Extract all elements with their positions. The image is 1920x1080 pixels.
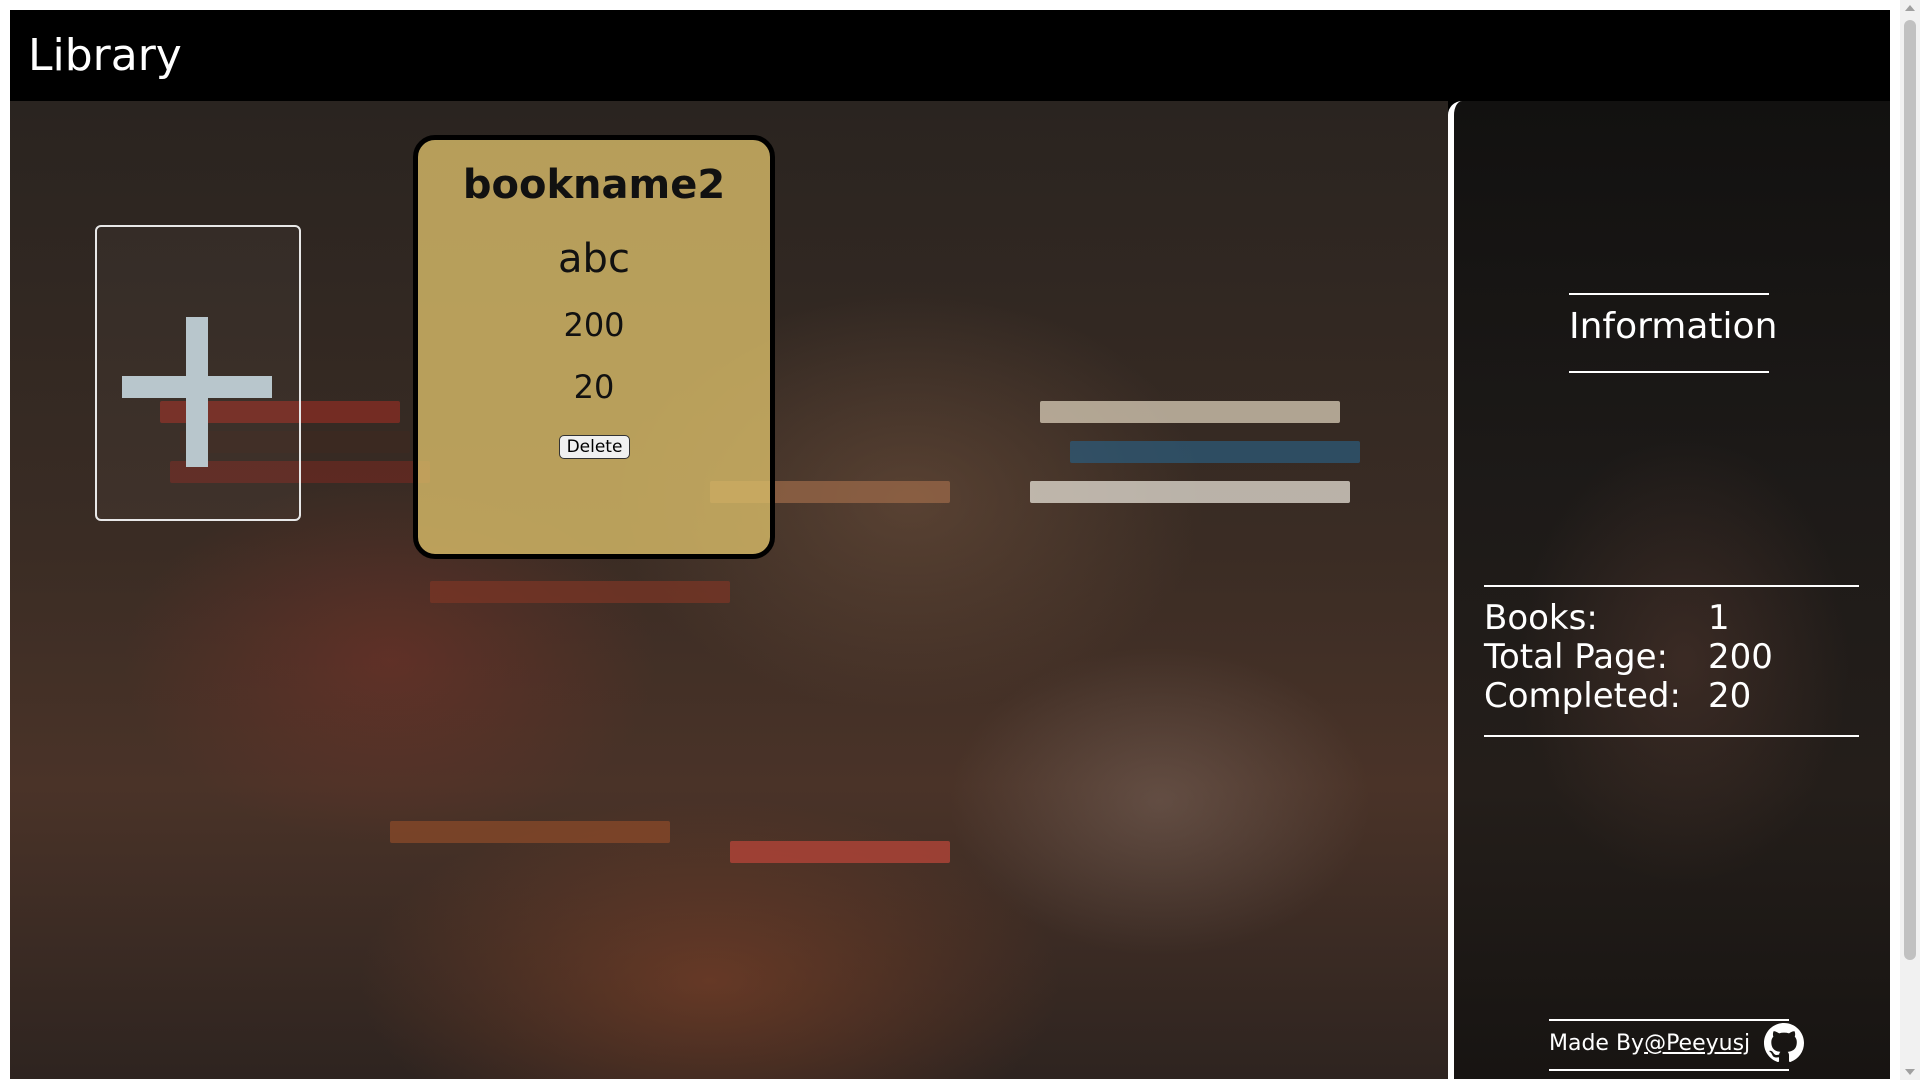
app-window: Library bookname2 abc 200 20 Delete Info… bbox=[10, 10, 1890, 1079]
divider bbox=[1569, 371, 1769, 373]
add-book-button[interactable] bbox=[95, 225, 301, 521]
github-icon[interactable] bbox=[1764, 1023, 1804, 1063]
plus-icon bbox=[122, 317, 272, 467]
footer-credit: Made By@Peeyusj bbox=[1549, 1030, 1750, 1058]
book-completed-pages: 20 bbox=[573, 368, 615, 406]
background-book bbox=[390, 821, 670, 843]
plus-icon-bar bbox=[186, 317, 208, 467]
stat-label: Total Page: bbox=[1484, 637, 1668, 677]
footer-prefix: Made By bbox=[1549, 1031, 1645, 1056]
background-book bbox=[730, 841, 950, 863]
divider bbox=[1484, 735, 1859, 737]
page-title: Library bbox=[28, 30, 182, 81]
author-link[interactable]: @Peeyusj bbox=[1644, 1031, 1750, 1056]
delete-button[interactable]: Delete bbox=[559, 435, 630, 459]
divider bbox=[1569, 293, 1769, 295]
background-book bbox=[1070, 441, 1360, 463]
divider bbox=[1549, 1069, 1789, 1071]
library-area: bookname2 abc 200 20 Delete bbox=[10, 101, 1448, 1079]
scrollbar-thumb[interactable] bbox=[1904, 20, 1916, 960]
info-sidebar: Information Books: 1 Total Page: 200 Com… bbox=[1448, 101, 1890, 1079]
info-title: Information bbox=[1569, 306, 1778, 347]
background-book bbox=[1040, 401, 1340, 423]
stat-label: Completed: bbox=[1484, 676, 1681, 716]
header-bar: Library bbox=[10, 10, 1890, 101]
background-book bbox=[1030, 481, 1350, 503]
divider bbox=[1484, 585, 1859, 587]
scroll-down-icon[interactable] bbox=[1905, 1069, 1915, 1075]
book-card: bookname2 abc 200 20 Delete bbox=[413, 135, 775, 559]
book-author: abc bbox=[558, 236, 630, 282]
stat-value: 1 bbox=[1708, 598, 1730, 638]
scroll-up-icon[interactable] bbox=[1905, 5, 1915, 11]
book-pages: 200 bbox=[563, 306, 625, 344]
stat-label: Books: bbox=[1484, 598, 1598, 638]
stat-value: 20 bbox=[1708, 676, 1752, 716]
scrollbar[interactable] bbox=[1900, 0, 1920, 1080]
background-book bbox=[430, 581, 730, 603]
book-name: bookname2 bbox=[462, 162, 726, 208]
stat-value: 200 bbox=[1708, 637, 1773, 677]
divider bbox=[1549, 1019, 1789, 1021]
